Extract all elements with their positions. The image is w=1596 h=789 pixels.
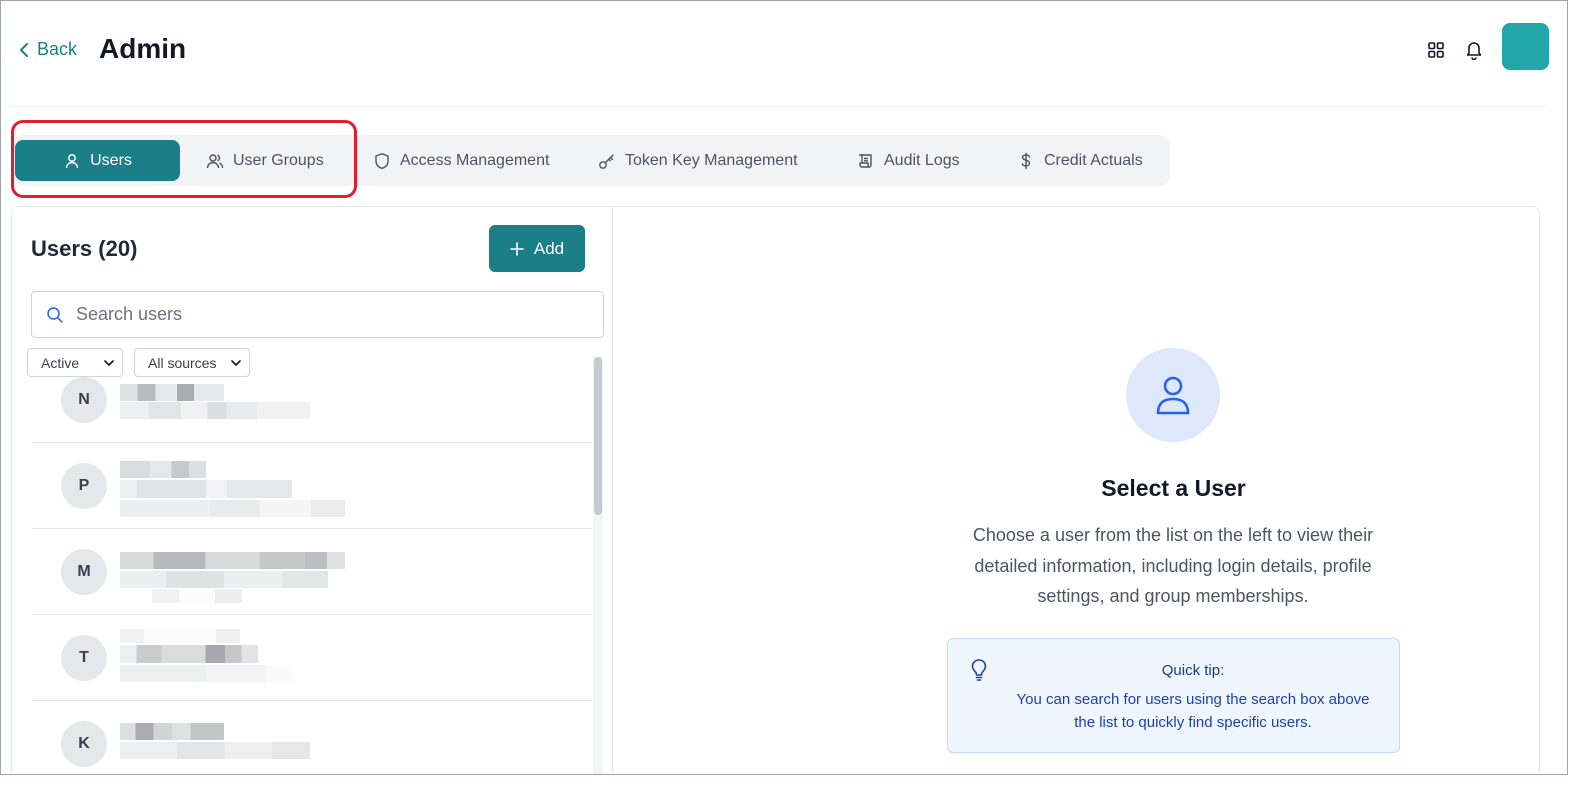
add-label: Add (533, 238, 565, 258)
plus-icon (510, 241, 524, 256)
scrollbar-thumb[interactable] (594, 357, 602, 515)
chevron-down-icon (231, 359, 241, 366)
admin-tabs: Users User Groups Access Management Toke… (14, 135, 1170, 186)
user-icon (65, 153, 79, 168)
redacted-email-2 (152, 589, 242, 603)
redacted-email (120, 742, 310, 759)
quick-tip-title: Quick tip: (1161, 662, 1225, 679)
chevron-left-icon (20, 42, 28, 57)
redacted-email (120, 571, 328, 588)
user-avatar[interactable] (1502, 23, 1549, 70)
empty-state-avatar (1126, 348, 1220, 442)
add-user-button[interactable]: Add (489, 225, 585, 272)
users-list: N P M T K (32, 357, 592, 774)
tab-label: Access Management (400, 151, 550, 169)
status-filter-value: Active (41, 354, 80, 371)
tab-credit-actuals[interactable]: Credit Actuals (995, 140, 1165, 181)
tab-users[interactable]: Users (15, 140, 180, 181)
user-row[interactable]: K (32, 701, 592, 774)
user-icon (1156, 376, 1190, 415)
tab-user-groups[interactable]: User Groups (184, 140, 346, 181)
back-button[interactable]: Back (17, 39, 77, 60)
user-row[interactable]: T (32, 615, 592, 701)
redacted-name (120, 723, 224, 740)
redacted-name (120, 552, 345, 569)
tab-label: Token Key Management (625, 151, 798, 169)
tab-token-key-management[interactable]: Token Key Management (576, 140, 820, 181)
header-divider (11, 106, 1547, 107)
redacted-name (120, 384, 224, 401)
user-initial-avatar: N (61, 377, 107, 423)
search-box[interactable] (31, 291, 604, 338)
users-list-panel: Users (20) Add Active All sources N (11, 206, 613, 774)
user-row[interactable]: M (32, 529, 592, 615)
tab-label: User Groups (233, 151, 324, 169)
user-initial-avatar: T (61, 635, 107, 681)
quick-tip-text: You can search for users using the searc… (1016, 691, 1370, 731)
bell-icon[interactable] (1463, 39, 1485, 61)
quick-tip-box: Quick tip: You can search for users usin… (947, 638, 1400, 753)
redacted-name (120, 629, 240, 643)
dollar-icon (1021, 152, 1031, 169)
redacted-email (120, 665, 292, 682)
user-row[interactable]: P (32, 443, 592, 529)
status-filter-select[interactable]: Active (27, 348, 123, 377)
source-filter-select[interactable]: All sources (134, 348, 250, 377)
tab-audit-logs[interactable]: Audit Logs (835, 140, 982, 181)
empty-state-title: Select a User (1101, 475, 1246, 501)
redacted-name-2 (120, 645, 258, 663)
key-icon (599, 153, 614, 169)
user-initial-avatar: P (61, 463, 107, 509)
user-initial-avatar: M (61, 549, 107, 595)
user-detail-panel: Select a User Choose a user from the lis… (612, 206, 1540, 774)
empty-state-description: Choose a user from the list on the left … (972, 525, 1374, 606)
back-label: Back (37, 39, 78, 59)
app-frame: Back Admin Users User Groups Access Mana… (0, 0, 1568, 775)
chevron-down-icon (104, 359, 114, 366)
shield-icon (375, 152, 389, 169)
redacted-email (120, 480, 292, 498)
redacted-email (120, 402, 310, 419)
scroll-icon (859, 153, 872, 168)
tab-label: Credit Actuals (1044, 151, 1143, 169)
users-icon (206, 153, 224, 168)
page-title: Admin (99, 33, 187, 64)
search-input[interactable] (76, 304, 556, 325)
search-icon (47, 306, 63, 323)
apps-grid-icon[interactable] (1425, 39, 1447, 61)
user-initial-avatar: K (61, 721, 107, 767)
list-scrollbar[interactable] (593, 357, 603, 774)
tab-label: Users (90, 151, 132, 169)
users-count-title: Users (20) (31, 236, 138, 261)
tab-label: Audit Logs (884, 151, 960, 169)
redacted-email-2 (120, 500, 345, 517)
source-filter-value: All sources (148, 354, 217, 371)
tab-access-management[interactable]: Access Management (351, 140, 571, 181)
redacted-name (120, 461, 206, 478)
